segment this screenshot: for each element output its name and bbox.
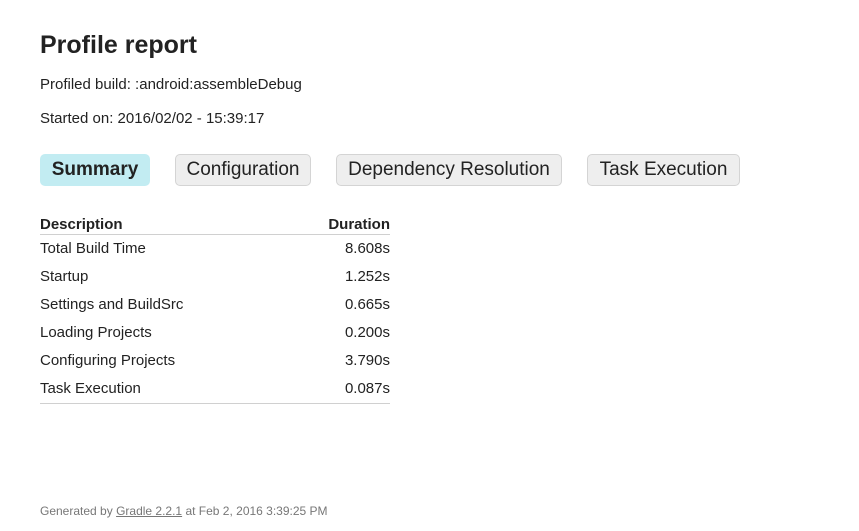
row-duration: 8.608s bbox=[344, 240, 390, 257]
footer: Generated by Gradle 2.2.1 at Feb 2, 2016… bbox=[40, 504, 328, 518]
profiled-build-text: Profiled build: :android:assembleDebug bbox=[40, 76, 302, 93]
table-row: Configuring Projects 3.790s bbox=[40, 347, 390, 375]
row-duration: 3.790s bbox=[344, 352, 390, 369]
table-row: Settings and BuildSrc 0.665s bbox=[40, 291, 390, 319]
column-header-description: Description bbox=[40, 212, 285, 235]
row-duration: 0.200s bbox=[344, 324, 390, 341]
table-row: Total Build Time 8.608s bbox=[40, 235, 390, 264]
row-duration: 0.087s bbox=[284, 375, 390, 404]
row-description: Configuring Projects bbox=[40, 352, 176, 369]
row-description: Task Execution bbox=[40, 375, 285, 404]
footer-prefix: Generated by bbox=[40, 504, 117, 518]
table-header-row: Description Duration bbox=[40, 212, 390, 235]
page-title: Profile report bbox=[40, 31, 197, 59]
table-row: Loading Projects 0.200s bbox=[40, 319, 390, 347]
row-description: Total Build Time bbox=[40, 240, 146, 257]
footer-suffix: at Feb 2, 2016 3:39:25 PM bbox=[182, 504, 328, 518]
table-row: Startup 1.252s bbox=[40, 263, 390, 291]
row-description: Loading Projects bbox=[40, 324, 152, 341]
tab-dependency-resolution[interactable]: Dependency Resolution bbox=[336, 154, 562, 186]
row-description: Startup bbox=[40, 268, 89, 285]
started-on-text: Started on: 2016/02/02 - 15:39:17 bbox=[40, 110, 265, 127]
row-duration: 0.665s bbox=[344, 296, 390, 313]
table-row: Task Execution 0.087s bbox=[40, 375, 390, 404]
tab-summary[interactable]: Summary bbox=[40, 154, 150, 186]
gradle-link[interactable]: Gradle 2.2.1 bbox=[116, 504, 182, 518]
row-duration: 1.252s bbox=[344, 268, 390, 285]
column-header-duration: Duration bbox=[284, 212, 390, 235]
tab-configuration[interactable]: Configuration bbox=[175, 154, 311, 186]
summary-table: Description Duration Total Build Time 8.… bbox=[40, 212, 390, 404]
row-description: Settings and BuildSrc bbox=[40, 296, 184, 313]
tab-task-execution[interactable]: Task Execution bbox=[587, 154, 740, 186]
